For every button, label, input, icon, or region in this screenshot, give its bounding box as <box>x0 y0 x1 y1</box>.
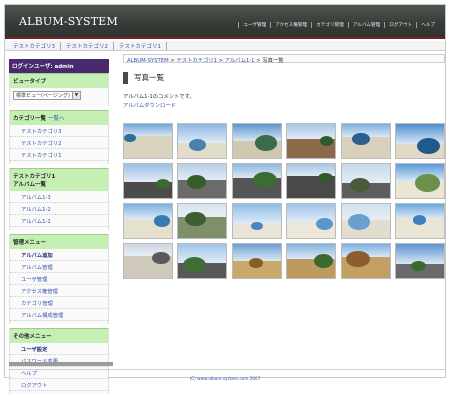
footer-divider <box>9 369 445 370</box>
top-nav: ユーザ管理 アクセス権管理 カテゴリ管理 アルバム管理 ログアウト ヘルプ <box>238 22 439 28</box>
sidebar-album-1-3[interactable]: アルバム1-3 <box>10 191 108 203</box>
other-menu-box: その他メニュー ユーザ設定 パスワード変更 ヘルプ ログアウト <box>9 328 109 394</box>
sidebar-category-2[interactable]: テストカテゴリ2 <box>10 137 108 149</box>
admin-menu-heading: 管理メニュー <box>10 234 108 249</box>
photo-thumbnail[interactable] <box>286 163 337 199</box>
photo-thumbnail[interactable] <box>286 123 337 159</box>
admin-menu-category-admin[interactable]: カテゴリ管理 <box>10 297 108 309</box>
breadcrumb-separator: > <box>216 58 225 64</box>
category-subnav: テストカテゴリ3 テストカテゴリ2 テストカテゴリ1 <box>5 41 445 51</box>
breadcrumb-category[interactable]: テストカテゴリ1 <box>177 58 217 64</box>
album-list-category: テストカテゴリ1 <box>13 174 56 180</box>
page-frame: ALBUM-SYSTEM ユーザ管理 アクセス権管理 カテゴリ管理 アルバム管理… <box>4 4 446 394</box>
photo-thumbnail[interactable] <box>340 123 391 159</box>
main-content: ALBUM-SYSTEM > テストカテゴリ1 > アルバム1-1 > 写真一覧… <box>123 54 445 109</box>
category-list-all-link[interactable]: 一覧へ <box>48 116 65 122</box>
photo-thumbnail[interactable] <box>231 163 282 199</box>
top-nav-access-admin[interactable]: アクセス権管理 <box>270 22 311 28</box>
album-list-box: テストカテゴリ1 アルバム一覧 アルバム1-3 アルバム1-2 アルバム1-1 <box>9 168 109 230</box>
category-list-box: カテゴリ一覧 一覧へ テストカテゴリ3 テストカテゴリ2 テストカテゴリ1 <box>9 110 109 164</box>
sidebar-album-1-1[interactable]: アルバム1-1 <box>10 215 108 227</box>
photo-thumbnail[interactable] <box>231 203 282 239</box>
admin-menu-box: 管理メニュー アルバム追加 アルバム管理 ユーザ管理 アクセス権管理 カテゴリ管… <box>9 234 109 324</box>
photo-thumbnail[interactable] <box>340 203 391 239</box>
admin-menu-user-admin[interactable]: ユーザ管理 <box>10 273 108 285</box>
view-type-box: ビュータイプ 標準ビュー(ページング) ▼ <box>9 73 109 106</box>
album-download-link[interactable]: アルバムダウンロード <box>123 101 445 109</box>
photo-thumbnail[interactable] <box>123 203 173 239</box>
album-comment: アルバム1-1のコメントです。 <box>123 94 195 100</box>
sidebar-bottom-bar <box>9 362 113 366</box>
top-nav-category-admin[interactable]: カテゴリ管理 <box>311 22 348 28</box>
photo-thumbnail[interactable] <box>340 163 391 199</box>
admin-menu-album-structure[interactable]: アルバム構成管理 <box>10 309 108 321</box>
subnav-category-3[interactable]: テストカテゴリ3 <box>8 41 61 50</box>
photo-thumbnail[interactable] <box>395 123 445 159</box>
photo-thumbnail[interactable] <box>340 243 391 279</box>
photo-thumbnail[interactable] <box>177 123 228 159</box>
breadcrumb-album[interactable]: アルバム1-1 <box>225 58 255 64</box>
view-type-select[interactable]: 標準ビュー(ページング) ▼ <box>13 91 81 100</box>
top-nav-help[interactable]: ヘルプ <box>416 22 439 28</box>
photo-thumbnail[interactable] <box>177 163 228 199</box>
top-nav-logout[interactable]: ログアウト <box>384 22 416 28</box>
breadcrumb-separator: > <box>168 58 177 64</box>
photo-thumbnail[interactable] <box>177 243 228 279</box>
other-menu-heading: その他メニュー <box>10 328 108 343</box>
top-nav-user-admin[interactable]: ユーザ管理 <box>238 22 270 28</box>
photo-thumbnail[interactable] <box>177 203 228 239</box>
photo-thumbnail[interactable] <box>286 243 337 279</box>
photo-thumbnail[interactable] <box>395 203 445 239</box>
top-nav-album-admin[interactable]: アルバム管理 <box>347 22 385 28</box>
other-menu-user-settings[interactable]: ユーザ設定 <box>10 343 108 355</box>
album-list-heading: テストカテゴリ1 アルバム一覧 <box>10 168 108 191</box>
photo-thumbnail[interactable] <box>123 163 173 199</box>
photo-thumbnail[interactable] <box>286 203 337 239</box>
admin-menu-access-admin[interactable]: アクセス権管理 <box>10 285 108 297</box>
admin-menu-add-album[interactable]: アルバム追加 <box>10 249 108 261</box>
app-logo[interactable]: ALBUM-SYSTEM <box>19 15 118 28</box>
sidebar: ログインユーザ: admin ビュータイプ 標準ビュー(ページング) ▼ カテゴ… <box>9 59 109 398</box>
photo-thumbnail[interactable] <box>231 123 282 159</box>
header: ALBUM-SYSTEM ユーザ管理 アクセス権管理 カテゴリ管理 アルバム管理… <box>5 5 445 39</box>
page-title: 写真一覧 <box>123 72 445 84</box>
breadcrumb: ALBUM-SYSTEM > テストカテゴリ1 > アルバム1-1 > 写真一覧 <box>123 54 445 64</box>
breadcrumb-current: 写真一覧 <box>262 58 284 64</box>
view-type-heading: ビュータイプ <box>10 73 108 88</box>
sidebar-category-3[interactable]: テストカテゴリ3 <box>10 125 108 137</box>
photo-thumbnail[interactable] <box>231 243 282 279</box>
sidebar-category-1[interactable]: テストカテゴリ1 <box>10 149 108 161</box>
photo-thumbnail[interactable] <box>395 163 445 199</box>
subnav-category-1[interactable]: テストカテゴリ1 <box>114 41 167 50</box>
login-user-label: ログインユーザ: admin <box>9 59 109 73</box>
album-list-title: アルバム一覧 <box>13 182 46 188</box>
photo-thumbnail[interactable] <box>395 243 445 279</box>
subnav-category-2[interactable]: テストカテゴリ2 <box>61 41 114 50</box>
admin-menu-album-admin[interactable]: アルバム管理 <box>10 261 108 273</box>
view-type-selected: 標準ビュー(ページング) <box>16 93 70 99</box>
category-list-heading: カテゴリ一覧 一覧へ <box>10 110 108 125</box>
category-list-title: カテゴリ一覧 <box>13 116 47 122</box>
footer-copyright[interactable]: (C) www.album-system.com 2007 <box>5 376 445 381</box>
breadcrumb-home[interactable]: ALBUM-SYSTEM <box>127 58 169 64</box>
sidebar-album-1-2[interactable]: アルバム1-2 <box>10 203 108 215</box>
photo-thumbnail[interactable] <box>123 243 173 279</box>
photo-thumbnail[interactable] <box>123 123 173 159</box>
chevron-down-icon[interactable]: ▼ <box>72 92 80 99</box>
